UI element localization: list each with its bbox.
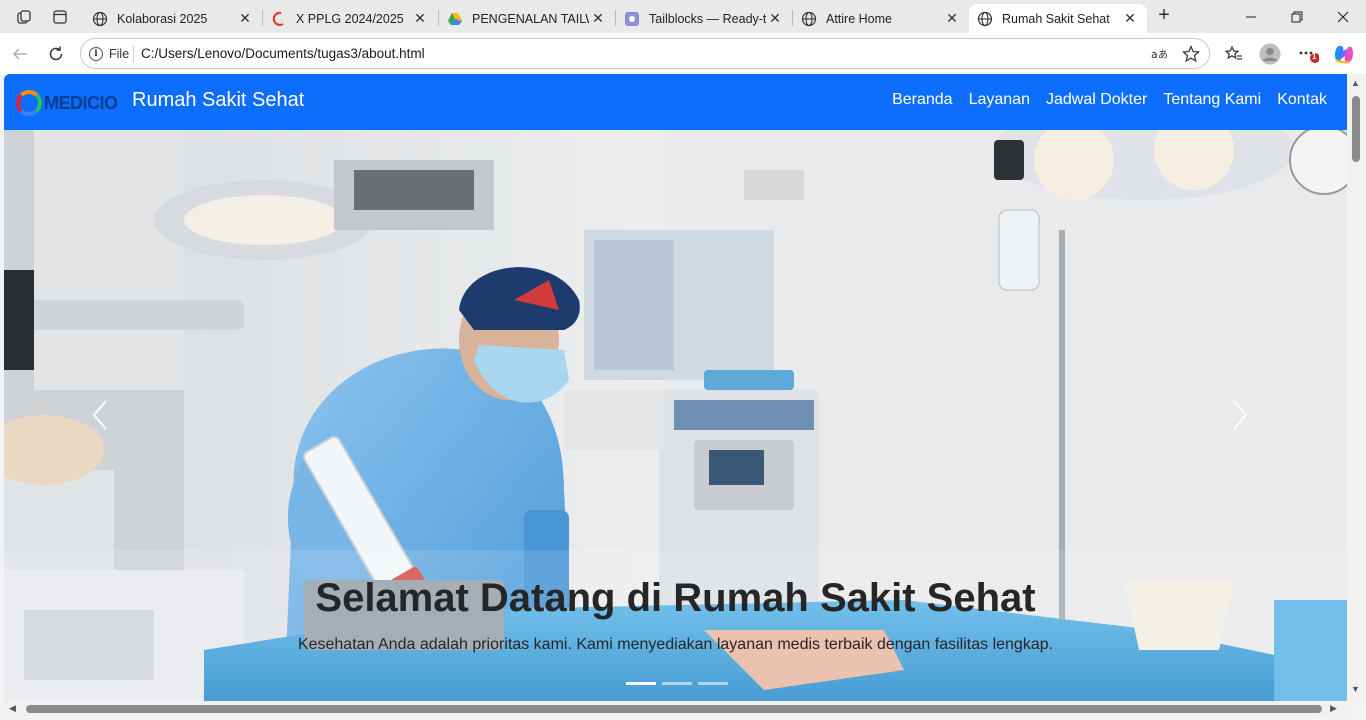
copilot-icon[interactable] [1330,41,1358,67]
tab-title: X PPLG 2024/2025 [296,11,404,26]
carousel-indicator-2[interactable] [662,682,692,685]
browser-tab[interactable]: PENGENALAN TAILWI ✕ [439,4,615,33]
favorite-star-icon[interactable] [1180,44,1202,64]
vertical-scrollbar[interactable]: ▲ ▼ [1347,74,1366,701]
vertical-scroll-thumb[interactable] [1352,96,1360,162]
minimize-button[interactable] [1228,0,1274,33]
close-tab-icon[interactable]: ✕ [943,10,961,27]
chevron-right-icon [1233,400,1248,430]
nav-link-jadwal-dokter[interactable]: Jadwal Dokter [1046,91,1147,109]
close-tab-icon[interactable]: ✕ [589,10,607,27]
address-separator [133,46,134,62]
globe-icon [92,11,108,27]
carousel-prev-button[interactable] [90,398,120,438]
close-tab-icon[interactable]: ✕ [1121,10,1139,27]
logo-ring-icon [16,90,42,116]
site-navbar: MEDICIO Rumah Sakit Sehat Beranda Layana… [4,74,1347,130]
drive-icon [447,11,463,27]
globe-icon [977,11,993,27]
close-tab-icon[interactable]: ✕ [766,10,784,27]
notification-badge: 1 [1312,52,1317,61]
hero-text: Kesehatan Anda adalah prioritas kami. Ka… [297,636,1054,653]
scroll-right-arrow-icon[interactable]: ▶ [1330,703,1337,714]
close-window-button[interactable] [1320,0,1366,33]
restore-button[interactable] [1274,0,1320,33]
carousel-indicators [626,682,728,685]
close-tab-icon[interactable]: ✕ [236,10,254,27]
tab-title: Attire Home [826,11,892,26]
browser-tab[interactable]: Tailblocks — Ready-to ✕ [616,4,792,33]
more-options-icon[interactable]: 1 [1294,41,1322,67]
refresh-button[interactable] [42,41,70,67]
svg-text:あ: あ [1158,49,1168,61]
profile-avatar[interactable] [1256,41,1284,67]
scheme-label: File [109,47,130,61]
classroom-icon [271,11,287,27]
hero-carousel: Selamat Datang di Rumah Sakit Sehat Kese… [4,130,1347,701]
close-tab-icon[interactable]: ✕ [411,10,429,27]
browser-tab-active[interactable]: Rumah Sakit Sehat ✕ [969,4,1147,33]
nav-link-kontak[interactable]: Kontak [1277,91,1327,109]
favorites-icon[interactable] [1220,41,1248,67]
tab-title: Tailblocks — Ready-to [649,11,766,26]
scroll-down-arrow-icon[interactable]: ▼ [1351,684,1360,694]
site-brand[interactable]: Rumah Sakit Sehat [132,89,304,112]
browser-tab[interactable]: Attire Home ✕ [793,4,969,33]
workspaces-icon[interactable] [10,4,38,30]
horizontal-scrollbar[interactable]: ◀ ▶ [4,701,1347,716]
tab-title: Rumah Sakit Sehat [1002,11,1110,26]
tab-actions-icon[interactable] [46,4,74,30]
browser-toolbar: i File C:/Users/Lenovo/Documents/tugas3/… [0,33,1366,74]
nav-link-beranda[interactable]: Beranda [892,91,953,109]
nav-link-layanan[interactable]: Layanan [969,91,1030,109]
carousel-next-button[interactable] [1230,398,1260,438]
tab-title: Kolaborasi 2025 [117,11,208,26]
hero-title: Selamat Datang di Rumah Sakit Sehat [315,576,1036,620]
read-aloud-icon[interactable]: aあ [1149,44,1171,64]
address-bar[interactable]: i File C:/Users/Lenovo/Documents/tugas3/… [80,38,1210,69]
site-info-button[interactable]: i File [89,44,129,64]
tailblocks-icon [624,11,640,27]
url-text[interactable]: C:/Users/Lenovo/Documents/tugas3/about.h… [141,46,425,61]
nav-link-tentang-kami[interactable]: Tentang Kami [1163,91,1261,109]
page-viewport: MEDICIO Rumah Sakit Sehat Beranda Layana… [4,74,1347,701]
svg-text:a: a [1151,48,1158,61]
logo-text: MEDICIO [44,92,118,113]
browser-tab-strip: Kolaborasi 2025 ✕ X PPLG 2024/2025 ✕ PEN… [0,0,1366,33]
globe-icon [801,11,817,27]
carousel-indicator-1[interactable] [626,682,656,685]
back-button[interactable] [6,41,34,67]
chevron-left-icon [92,400,107,430]
carousel-indicator-3[interactable] [698,682,728,685]
browser-tab[interactable]: X PPLG 2024/2025 ✕ [263,4,437,33]
new-tab-button[interactable]: + [1152,4,1176,28]
tab-title: PENGENALAN TAILWI [472,11,589,26]
browser-tab[interactable]: Kolaborasi 2025 ✕ [84,4,262,33]
info-icon: i [89,47,103,61]
scroll-up-arrow-icon[interactable]: ▲ [1351,78,1360,88]
scroll-left-arrow-icon[interactable]: ◀ [9,703,16,714]
nav-links: Beranda Layanan Jadwal Dokter Tentang Ka… [892,91,1327,109]
horizontal-scroll-thumb[interactable] [26,705,1322,713]
site-logo[interactable]: MEDICIO [16,89,118,117]
